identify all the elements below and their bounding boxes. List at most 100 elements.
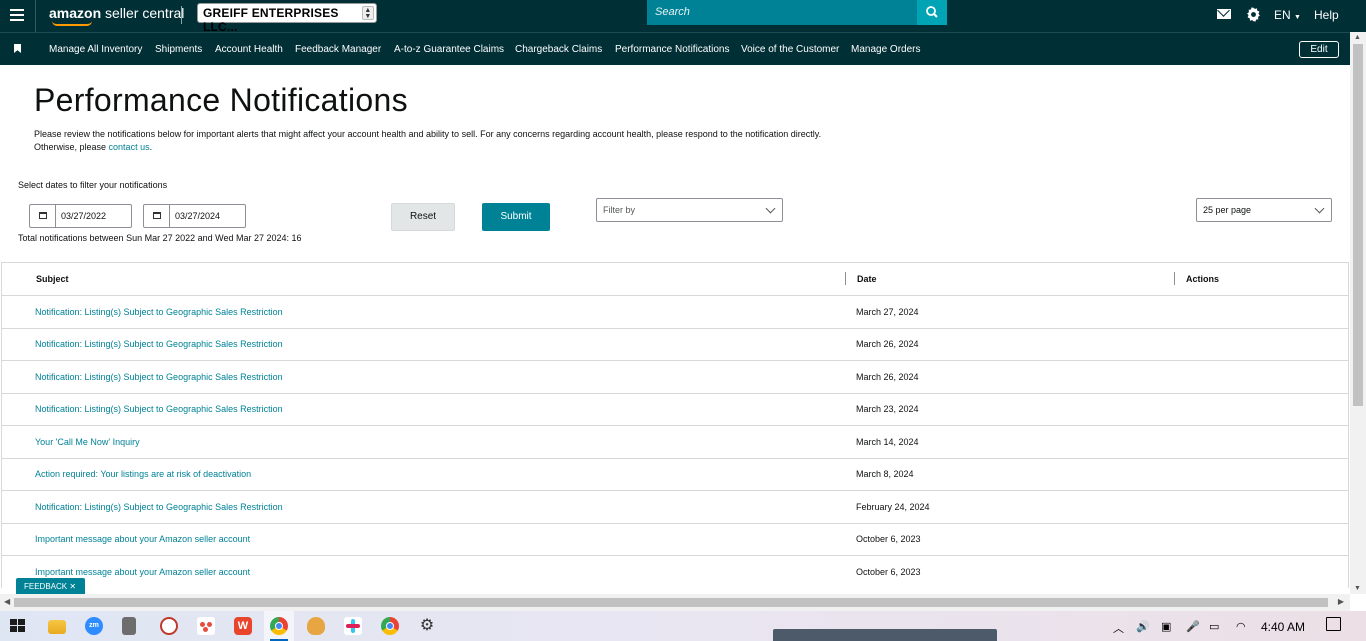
column-header-subject[interactable]: Subject — [36, 274, 69, 284]
snipping-tool-icon[interactable] — [160, 617, 178, 635]
notification-date: October 6, 2023 — [856, 567, 921, 577]
nav-manage-orders[interactable]: Manage Orders — [851, 44, 920, 55]
horizontal-scrollbar[interactable]: ◀ ▶ — [0, 594, 1350, 611]
start-date-field[interactable]: 03/27/2022 — [29, 204, 132, 228]
search-button[interactable] — [917, 0, 947, 25]
calculator-icon[interactable] — [122, 617, 136, 635]
account-selector[interactable]: GREIFF ENTERPRISES LLC... ▲ ▼ — [197, 3, 377, 34]
logo-brand: amazon — [49, 5, 102, 21]
camera-icon[interactable]: ▣ — [1161, 620, 1171, 633]
search-placeholder: Search — [655, 6, 690, 18]
notification-subject-link[interactable]: Notification: Listing(s) Subject to Geog… — [35, 404, 283, 414]
bookmarks-bar: Manage All Inventory Shipments Account H… — [0, 32, 1366, 65]
search-icon — [926, 6, 938, 18]
nav-manage-all-inventory[interactable]: Manage All Inventory — [49, 44, 142, 55]
logo-separator — [181, 6, 182, 24]
microphone-icon[interactable]: 🎤 — [1186, 620, 1200, 633]
logo-text: seller central — [101, 5, 185, 21]
battery-icon[interactable]: ▭ — [1209, 620, 1219, 633]
select-arrows-icon: ▲ ▼ — [362, 6, 374, 20]
notification-subject-link[interactable]: Action required: Your listings are at ri… — [35, 469, 251, 479]
notifications-table: Subject Date Actions Notification: Listi… — [1, 262, 1349, 588]
end-date-field[interactable]: 03/27/2024 — [143, 204, 246, 228]
nav-performance-notifications[interactable]: Performance Notifications — [615, 44, 730, 55]
per-page-value: 25 per page — [1203, 205, 1252, 215]
settings-gear-icon[interactable]: ⚙ — [418, 617, 436, 635]
slack-icon[interactable] — [344, 617, 362, 635]
table-row: Notification: Listing(s) Subject to Geog… — [2, 491, 1348, 524]
scroll-right-icon[interactable]: ▶ — [1338, 597, 1344, 606]
chevron-up-icon[interactable]: ︿ — [1113, 620, 1124, 636]
per-page-select[interactable]: 25 per page — [1196, 198, 1332, 222]
app-icon[interactable] — [307, 617, 325, 635]
nav-shipments[interactable]: Shipments — [155, 44, 202, 55]
nav-account-health[interactable]: Account Health — [215, 44, 283, 55]
notification-date: October 6, 2023 — [856, 534, 921, 544]
close-icon[interactable]: ✕ — [69, 582, 76, 591]
filter-by-placeholder: Filter by — [603, 205, 636, 215]
file-explorer-icon[interactable] — [48, 620, 66, 634]
nav-chargeback-claims[interactable]: Chargeback Claims — [515, 44, 602, 55]
vertical-scroll-thumb[interactable] — [1353, 44, 1363, 406]
notification-date: March 14, 2024 — [856, 437, 919, 447]
wps-office-icon[interactable]: W — [234, 617, 252, 635]
chrome-icon[interactable] — [381, 617, 399, 635]
vertical-scrollbar[interactable]: ▲ ▼ — [1350, 32, 1366, 594]
top-header: amazon seller central GREIFF ENTERPRISES… — [0, 0, 1366, 34]
feedback-label: FEEDBACK — [24, 582, 68, 591]
table-row: Notification: Listing(s) Subject to Geog… — [2, 393, 1348, 426]
notification-date: March 23, 2024 — [856, 404, 919, 414]
notification-center-icon[interactable] — [1326, 617, 1341, 631]
scroll-up-icon[interactable]: ▲ — [1354, 34, 1361, 41]
date-filter-label: Select dates to filter your notification… — [18, 180, 168, 190]
mail-icon[interactable] — [1217, 9, 1231, 19]
table-row: Notification: Listing(s) Subject to Geog… — [2, 328, 1348, 361]
filter-by-select[interactable]: Filter by — [596, 198, 783, 222]
scroll-left-icon[interactable]: ◀ — [4, 597, 10, 606]
description-suffix: . — [149, 142, 153, 152]
clock[interactable]: 4:40 AM — [1261, 620, 1305, 634]
submit-button[interactable]: Submit — [482, 203, 550, 231]
table-header: Subject Date Actions — [2, 263, 1348, 296]
notification-subject-link[interactable]: Important message about your Amazon sell… — [35, 567, 250, 577]
search-input[interactable]: Search — [647, 0, 947, 25]
table-row: Important message about your Amazon sell… — [2, 556, 1348, 588]
notification-subject-link[interactable]: Important message about your Amazon sell… — [35, 534, 250, 544]
column-divider — [845, 272, 846, 285]
gear-icon[interactable] — [1246, 7, 1261, 22]
notification-subject-link[interactable]: Notification: Listing(s) Subject to Geog… — [35, 502, 283, 512]
horizontal-scroll-thumb[interactable] — [14, 598, 1328, 607]
calendar-icon[interactable] — [30, 205, 56, 227]
feedback-tab[interactable]: FEEDBACK ✕ — [16, 578, 85, 595]
contact-us-link[interactable]: contact us — [109, 142, 150, 152]
bookmark-icon[interactable] — [14, 44, 21, 53]
chrome-icon[interactable] — [270, 617, 288, 635]
language-selector[interactable]: EN ▼ — [1274, 8, 1301, 22]
notification-subject-link[interactable]: Your 'Call Me Now' Inquiry — [35, 437, 140, 447]
notification-subject-link[interactable]: Notification: Listing(s) Subject to Geog… — [35, 307, 283, 317]
notification-subject-link[interactable]: Notification: Listing(s) Subject to Geog… — [35, 339, 283, 349]
nav-feedback-manager[interactable]: Feedback Manager — [295, 44, 381, 55]
windows-start-icon[interactable] — [10, 619, 26, 633]
notification-date: March 26, 2024 — [856, 372, 919, 382]
nav-a-to-z-claims[interactable]: A-to-z Guarantee Claims — [394, 44, 504, 55]
help-link[interactable]: Help — [1314, 8, 1339, 22]
edit-bookmarks-button[interactable]: Edit — [1299, 41, 1339, 58]
hamburger-menu-icon[interactable] — [10, 9, 24, 21]
speaker-icon[interactable]: 🔊 — [1136, 620, 1150, 633]
zoom-icon[interactable]: zm — [85, 617, 103, 635]
wifi-icon[interactable]: ◠ — [1236, 620, 1246, 633]
end-date-value: 03/27/2024 — [175, 211, 221, 221]
taskbar-preview — [773, 629, 997, 641]
reset-button[interactable]: Reset — [391, 203, 455, 231]
notification-subject-link[interactable]: Notification: Listing(s) Subject to Geog… — [35, 372, 283, 382]
description-text: Please review the notifications below fo… — [34, 129, 822, 139]
chevron-down-icon: ▼ — [1294, 14, 1301, 21]
nav-voice-of-customer[interactable]: Voice of the Customer — [741, 44, 839, 55]
column-header-date[interactable]: Date — [857, 274, 877, 284]
app-icon[interactable] — [197, 617, 215, 635]
scroll-down-icon[interactable]: ▼ — [1354, 585, 1361, 592]
chevron-down-icon — [765, 203, 776, 214]
calendar-icon[interactable] — [144, 205, 170, 227]
seller-central-logo[interactable]: amazon seller central — [49, 5, 185, 26]
